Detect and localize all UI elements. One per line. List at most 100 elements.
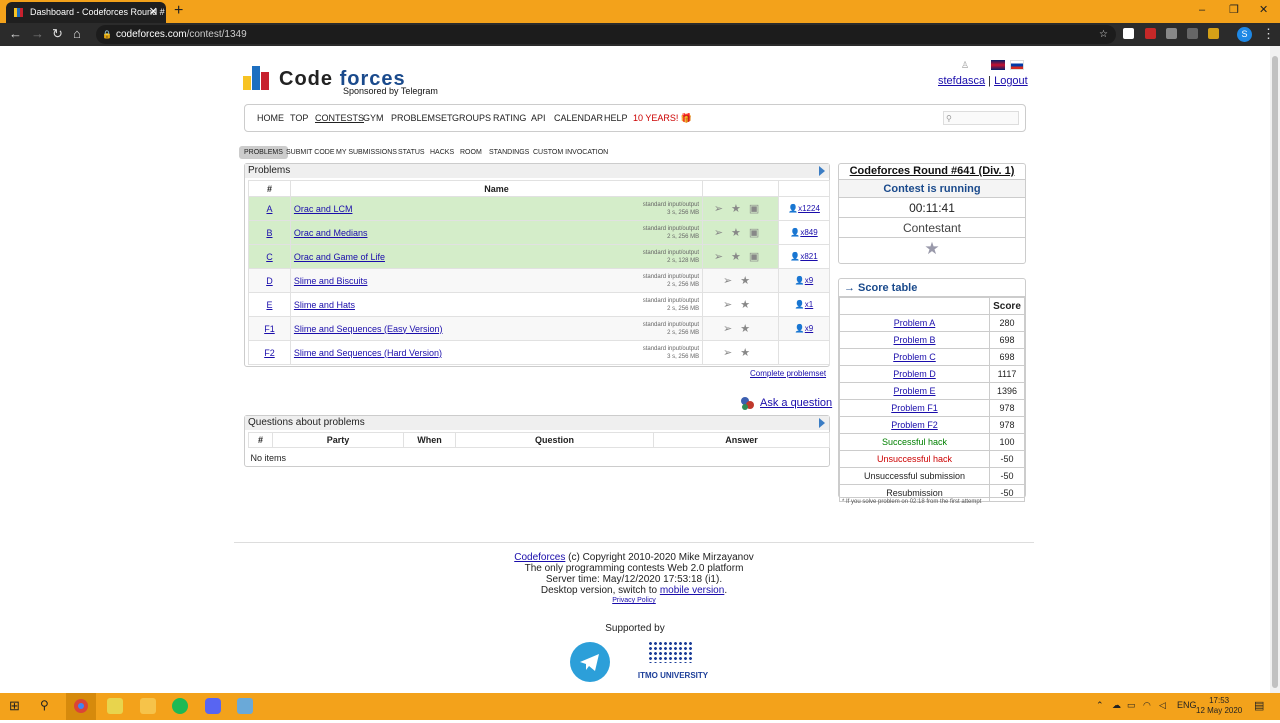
extension-icon[interactable]: [1187, 28, 1198, 39]
lock-icon[interactable]: ▣: [749, 251, 767, 263]
favourite-star-icon[interactable]: ★: [740, 347, 758, 359]
logout-link[interactable]: Logout: [994, 75, 1028, 87]
favourite-star-icon[interactable]: ★: [740, 275, 758, 287]
submit-icon[interactable]: ➢: [714, 251, 731, 263]
problem-name-link[interactable]: Slime and Hats: [294, 300, 355, 310]
windows-start-icon[interactable]: ⊞: [9, 698, 25, 714]
search-input[interactable]: ⚲: [943, 111, 1019, 125]
extension-icon[interactable]: [1166, 28, 1177, 39]
solved-count-link[interactable]: x9: [805, 324, 813, 333]
menu-api[interactable]: API: [531, 113, 546, 123]
browser-tab[interactable]: Dashboard - Codeforces Round # ✕: [6, 2, 166, 23]
chrome-taskbar-icon[interactable]: [66, 693, 96, 720]
solved-count-link[interactable]: x1: [805, 300, 813, 309]
problem-name-link[interactable]: Slime and Sequences (Hard Version): [294, 348, 442, 358]
score-problem-link[interactable]: Problem C: [893, 352, 936, 362]
subtab-hacks[interactable]: HACKS: [430, 146, 454, 159]
favourite-star-icon[interactable]: ★: [740, 299, 758, 311]
tray-icon[interactable]: ☁: [1112, 700, 1121, 711]
bell-icon[interactable]: ♙: [961, 60, 975, 70]
minimize-button[interactable]: ‒: [1199, 2, 1205, 18]
subtab-status[interactable]: STATUS: [398, 146, 425, 159]
profile-avatar[interactable]: S: [1237, 27, 1252, 42]
collapse-arrow-icon[interactable]: [819, 166, 825, 176]
telegram-logo-icon[interactable]: [570, 642, 610, 682]
extension-icon[interactable]: [1123, 28, 1134, 39]
app-taskbar-icon[interactable]: [237, 698, 253, 714]
menu-10-years[interactable]: 10 YEARS! 🎁: [633, 113, 692, 124]
lock-icon[interactable]: ▣: [749, 203, 767, 215]
score-problem-link[interactable]: Problem D: [893, 369, 936, 379]
subtab-submit-code[interactable]: SUBMIT CODE: [286, 146, 335, 159]
menu-contests[interactable]: CONTESTS: [315, 113, 364, 123]
favourite-star-icon[interactable]: ★: [731, 251, 749, 263]
subtab-room[interactable]: ROOM: [460, 146, 482, 159]
page-scrollbar[interactable]: [1270, 46, 1280, 693]
russian-flag-icon[interactable]: [1010, 60, 1024, 70]
mobile-version-link[interactable]: mobile version: [660, 585, 724, 596]
problem-name-link[interactable]: Orac and Game of Life: [294, 252, 385, 262]
codeforces-logo[interactable]: Code forces Sponsored by Telegram: [243, 64, 443, 98]
wifi-icon[interactable]: ◠: [1143, 700, 1151, 711]
ask-question-icon[interactable]: [740, 396, 755, 411]
menu-top[interactable]: TOP: [290, 113, 308, 123]
menu-groups[interactable]: GROUPS: [452, 113, 491, 123]
back-icon[interactable]: ←: [9, 26, 22, 42]
collapse-arrow-icon[interactable]: [819, 418, 825, 428]
problem-name-link[interactable]: Slime and Sequences (Easy Version): [294, 324, 443, 334]
search-icon[interactable]: ⚲: [40, 698, 56, 714]
notifications-icon[interactable]: ▤: [1254, 699, 1264, 712]
itmo-logo[interactable]: ITMO UNIVERSITY: [628, 641, 718, 681]
problem-index-link[interactable]: F2: [264, 348, 275, 358]
ask-question-link[interactable]: Ask a question: [760, 397, 832, 409]
submit-icon[interactable]: ➢: [723, 275, 740, 287]
problem-index-link[interactable]: C: [266, 252, 273, 262]
app-taskbar-icon[interactable]: [107, 698, 123, 714]
folder-taskbar-icon[interactable]: [140, 698, 156, 714]
volume-icon[interactable]: ◁: [1159, 700, 1166, 711]
submit-icon[interactable]: ➢: [714, 203, 731, 215]
bookmark-star-icon[interactable]: ☆: [1099, 25, 1108, 44]
problem-name-link[interactable]: Orac and LCM: [294, 204, 353, 214]
lock-icon[interactable]: ▣: [749, 227, 767, 239]
home-icon[interactable]: ⌂: [73, 26, 81, 42]
problem-index-link[interactable]: D: [266, 276, 273, 286]
problem-index-link[interactable]: A: [266, 204, 272, 214]
language-indicator[interactable]: ENG: [1177, 700, 1197, 710]
solved-count-link[interactable]: x9: [805, 276, 813, 285]
menu-rating[interactable]: RATING: [493, 113, 526, 123]
browser-menu-icon[interactable]: ⋮: [1262, 26, 1275, 42]
problem-index-link[interactable]: F1: [264, 324, 275, 334]
tab-close-icon[interactable]: ✕: [149, 2, 158, 23]
tray-chevron-icon[interactable]: ⌃: [1096, 700, 1104, 711]
discord-taskbar-icon[interactable]: [205, 698, 221, 714]
subtab-my-submissions[interactable]: MY SUBMISSIONS: [336, 146, 397, 159]
battery-icon[interactable]: ▭: [1127, 700, 1136, 711]
submit-icon[interactable]: ➢: [723, 323, 740, 335]
menu-gym[interactable]: GYM: [363, 113, 384, 123]
submit-icon[interactable]: ➢: [723, 299, 740, 311]
contest-name-link[interactable]: Codeforces Round #641 (Div. 1): [850, 165, 1015, 177]
taskbar-clock[interactable]: 17:53 12 May 2020: [1196, 696, 1242, 716]
adblock-icon[interactable]: [1145, 28, 1156, 39]
subtab-custom-invocation[interactable]: CUSTOM INVOCATION: [533, 146, 608, 159]
submit-icon[interactable]: ➢: [714, 227, 731, 239]
complete-problemset-link[interactable]: Complete problemset: [750, 369, 826, 378]
reload-icon[interactable]: ↻: [52, 26, 63, 42]
menu-calendar[interactable]: CALENDAR: [554, 113, 603, 123]
menu-home[interactable]: HOME: [257, 113, 284, 123]
score-problem-link[interactable]: Problem A: [894, 318, 936, 328]
menu-help[interactable]: HELP: [604, 113, 628, 123]
subtab-standings[interactable]: STANDINGS: [489, 146, 529, 159]
new-tab-button[interactable]: +: [174, 2, 183, 20]
score-problem-link[interactable]: Problem F2: [891, 420, 938, 430]
extension-icon[interactable]: [1208, 28, 1219, 39]
forward-icon[interactable]: →: [31, 26, 44, 42]
score-problem-link[interactable]: Problem F1: [891, 403, 938, 413]
score-problem-link[interactable]: Problem B: [893, 335, 935, 345]
problem-name-link[interactable]: Slime and Biscuits: [294, 276, 368, 286]
score-problem-link[interactable]: Problem E: [893, 386, 935, 396]
problem-name-link[interactable]: Orac and Medians: [294, 228, 368, 238]
favourite-star-icon[interactable]: ★: [839, 238, 1025, 262]
submit-icon[interactable]: ➢: [723, 347, 740, 359]
